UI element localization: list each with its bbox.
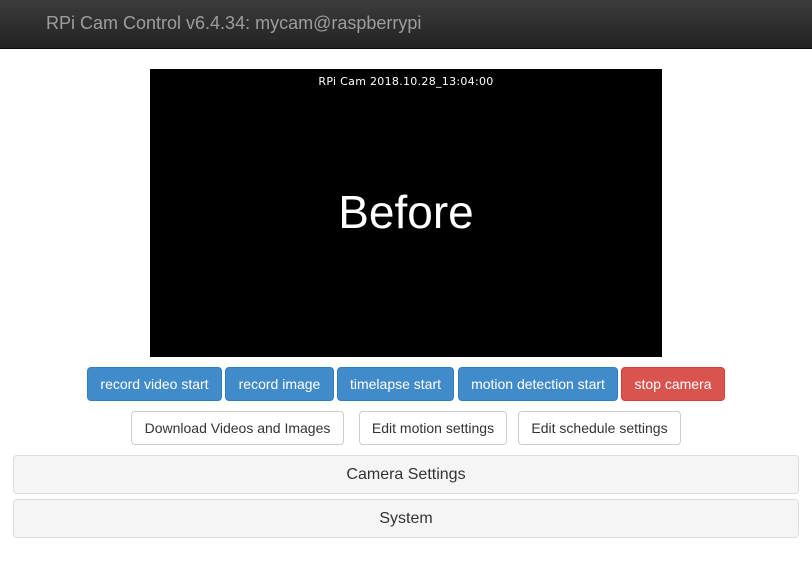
stop-camera-button[interactable]: stop camera [621, 367, 725, 401]
download-videos-images-button[interactable]: Download Videos and Images [131, 411, 344, 445]
timelapse-button[interactable]: timelapse start [337, 367, 454, 401]
camera-preview[interactable]: RPi Cam 2018.10.28_13:04:00 Before [150, 69, 662, 357]
app-title[interactable]: RPi Cam Control v6.4.34: mycam@raspberry… [46, 13, 421, 34]
top-navbar: RPi Cam Control v6.4.34: mycam@raspberry… [0, 0, 812, 49]
camera-settings-panel[interactable]: Camera Settings [13, 455, 799, 494]
preview-caption: Before [338, 186, 474, 238]
preview-overlay-timestamp: RPi Cam 2018.10.28_13:04:00 [318, 75, 494, 88]
edit-schedule-settings-button[interactable]: Edit schedule settings [518, 411, 681, 445]
record-video-button[interactable]: record video start [87, 367, 222, 401]
system-panel[interactable]: System [13, 499, 799, 538]
edit-motion-settings-button[interactable]: Edit motion settings [359, 411, 507, 445]
motion-detection-button[interactable]: motion detection start [458, 367, 618, 401]
record-image-button[interactable]: record image [225, 367, 334, 401]
